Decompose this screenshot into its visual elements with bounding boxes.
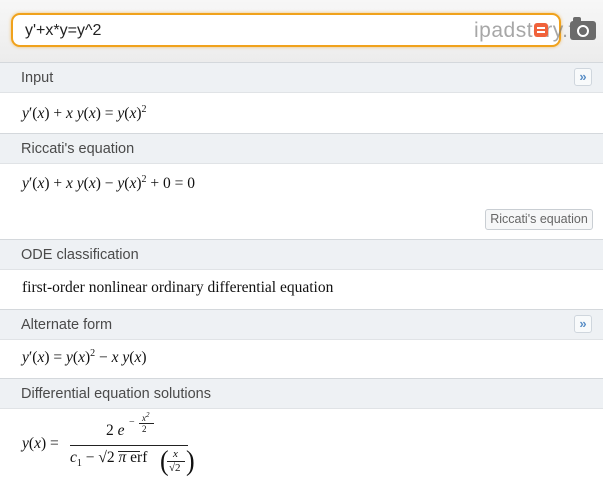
pod-header-riccati: Riccati's equation [0, 133, 603, 164]
pod-header-input: Input » [0, 62, 603, 93]
pod-title: ODE classification [21, 247, 139, 263]
solution-numerator: 2 e [106, 422, 125, 439]
right-paren: ) [186, 444, 195, 477]
pod-title: Differential equation solutions [21, 386, 211, 402]
solution-denominator: c1 − √2 π erf [70, 449, 148, 470]
pod-header-solutions: Differential equation solutions [0, 378, 603, 409]
riccati-equation-button[interactable]: Riccati's equation [485, 209, 593, 230]
pod-title: Riccati's equation [21, 141, 135, 157]
pod-content-input: y′(x) + x y(x) = y(x)2 [22, 104, 147, 123]
camera-icon[interactable] [570, 17, 596, 40]
pod-content-alternate-form: y′(x) = y(x)2 − x y(x) [22, 348, 147, 367]
pod-content-riccati: y′(x) + x y(x) − y(x)2 + 0 = 0 [22, 174, 195, 193]
pod-header-alternate-form: Alternate form » [0, 309, 603, 340]
solution-lhs: y(x) = [22, 435, 59, 452]
search-query[interactable]: y'+x*y=y^2 [25, 22, 101, 40]
expand-more-icon[interactable]: » [574, 68, 592, 86]
pod-title: Input [21, 70, 54, 86]
expand-more-icon[interactable]: » [574, 315, 592, 333]
sqrt-bar [118, 451, 140, 452]
erf-arg-numerator: x [173, 448, 178, 460]
fraction-bar [70, 445, 188, 446]
pod-content-solutions: y(x) = 2 e − x2 2 c1 − √2 π erf ( x √2 ) [22, 411, 195, 477]
pod-content-ode-classification: first-order nonlinear ordinary different… [22, 279, 334, 296]
pod-title: Alternate form [21, 317, 113, 333]
top-bar: y'+x*y=y^2 ipadstory.fo [0, 0, 603, 62]
erf-arg-denominator: √2 [169, 462, 181, 474]
pod-header-ode-classification: ODE classification [0, 239, 603, 270]
brand-logo-icon [534, 23, 548, 37]
